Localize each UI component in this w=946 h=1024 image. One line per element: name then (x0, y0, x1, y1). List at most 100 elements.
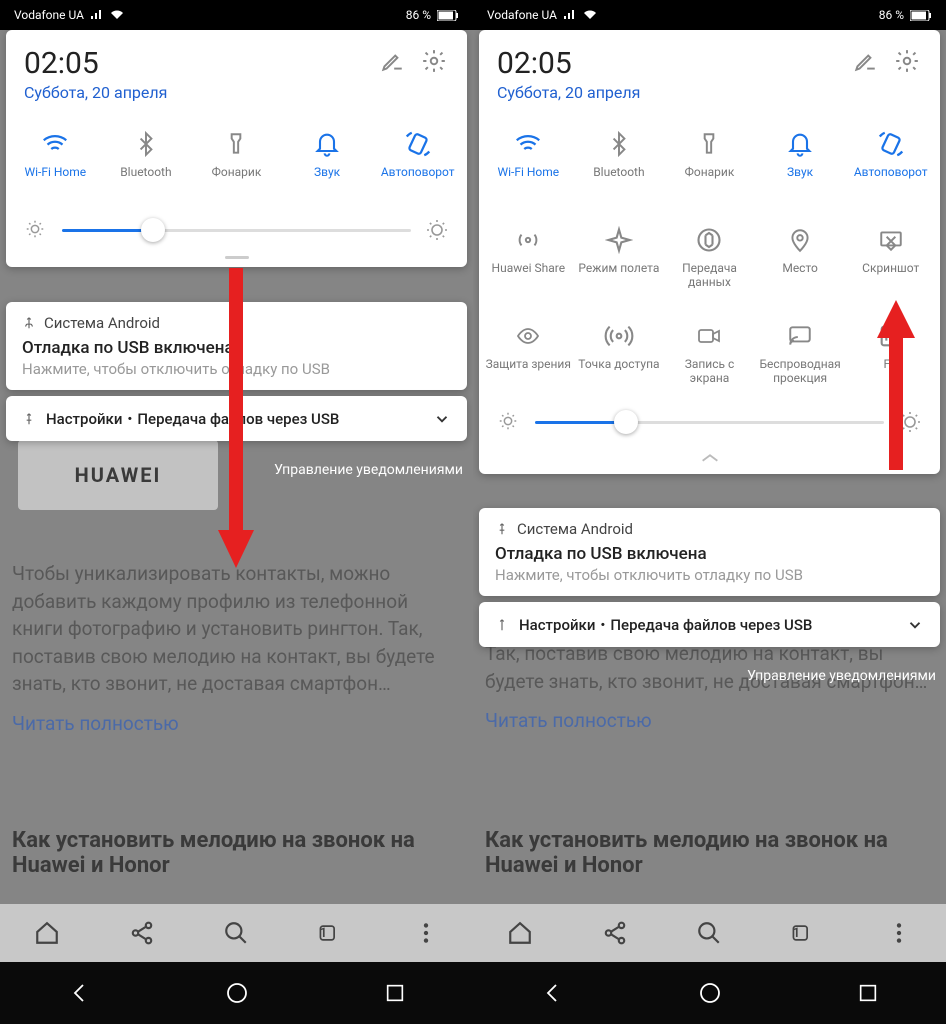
battery-icon (910, 10, 932, 21)
tile-flashlight[interactable]: Фонарик (191, 120, 282, 200)
read-more-link[interactable]: Читать полностью (12, 712, 179, 735)
panel-time: 02:05 (497, 46, 838, 81)
panel-collapse-handle[interactable] (479, 448, 940, 474)
wifi-icon (39, 128, 71, 160)
battery-icon (437, 10, 459, 21)
tile-screenshot[interactable]: Скриншот (845, 216, 936, 296)
notification-usb-transfer[interactable]: Настройки・Передача файлов через USB (6, 396, 467, 441)
status-bar: Vodafone UA 86 % (473, 0, 946, 30)
signal-icon (563, 10, 577, 20)
read-more-link[interactable]: Читать полностью (485, 709, 652, 732)
phone-right: Vodafone UA 86 % 02:05 Суббота, 20 апрел… (473, 0, 946, 1024)
usb-icon (495, 522, 509, 536)
brightness-track[interactable] (62, 229, 411, 232)
brightness-slider[interactable] (6, 208, 467, 256)
flashlight-icon (693, 128, 725, 160)
carrier-label: Vodafone UA (14, 8, 84, 22)
sun-bright-icon (898, 410, 922, 434)
tile-wifi[interactable]: Wi-Fi Home (10, 120, 101, 200)
tile-rotate[interactable]: Автоповорот (845, 120, 936, 200)
nav-back-icon[interactable] (67, 981, 91, 1005)
edit-icon[interactable] (377, 46, 407, 76)
sun-dim-icon (24, 218, 48, 242)
signal-icon (90, 10, 104, 20)
tile-eye-comfort[interactable]: Защита зрения (483, 312, 574, 392)
quick-tiles-row2: Huawei Share Режим полета Передача данны… (479, 208, 940, 304)
search-icon[interactable] (695, 919, 723, 947)
nav-home-icon[interactable] (698, 981, 722, 1005)
gear-icon[interactable] (419, 46, 449, 76)
browser-toolbar: 1 (0, 904, 473, 962)
tile-cast[interactable]: Беспроводная проекция (755, 312, 846, 392)
usb-icon (22, 316, 36, 330)
nav-back-icon[interactable] (540, 981, 564, 1005)
bell-icon (784, 128, 816, 160)
notification-usb-transfer[interactable]: Настройки・Передача файлов через USB (479, 602, 940, 647)
quick-settings-panel: 02:05 Суббота, 20 апреля Wi-Fi Home Blue… (6, 30, 467, 267)
status-bar: Vodafone UA 86 % (0, 0, 473, 30)
chevron-down-icon[interactable] (433, 410, 451, 428)
search-icon[interactable] (222, 919, 250, 947)
wifi-icon (512, 128, 544, 160)
edit-icon[interactable] (850, 46, 880, 76)
tile-data[interactable]: Передача данных (664, 216, 755, 296)
brightness-thumb[interactable] (614, 410, 638, 434)
notification-usb-debug[interactable]: Система Android Отладка по USB включена … (479, 508, 940, 596)
brightness-slider[interactable] (479, 400, 940, 448)
brightness-track[interactable] (535, 421, 884, 424)
home-icon[interactable] (506, 919, 534, 947)
tile-flashlight[interactable]: Фонарик (664, 120, 755, 200)
data-icon (693, 224, 725, 256)
article-heading: Как установить мелодию на звонок на Huaw… (12, 828, 461, 878)
tile-huawei-share[interactable]: Huawei Share (483, 216, 574, 296)
quick-settings-panel-expanded: 02:05 Суббота, 20 апреля Wi-Fi Home Blue… (479, 30, 940, 474)
eye-icon (512, 320, 544, 352)
phone-left: Vodafone UA 86 % 02:05 Суббота, 20 апрел… (0, 0, 473, 1024)
tabs-icon[interactable]: 1 (317, 919, 345, 947)
usb-icon (495, 618, 509, 632)
rotate-icon (402, 128, 434, 160)
carrier-label: Vodafone UA (487, 8, 557, 22)
menu-icon[interactable] (885, 919, 913, 947)
tile-bluetooth[interactable]: Bluetooth (101, 120, 192, 200)
share-icon[interactable] (128, 919, 156, 947)
article-text: Чтобы уникализировать контакты, можно до… (12, 560, 461, 735)
home-icon[interactable] (33, 919, 61, 947)
brightness-thumb[interactable] (141, 218, 165, 242)
tabs-icon[interactable]: 1 (790, 919, 818, 947)
tile-rotate[interactable]: Автоповорот (372, 120, 463, 200)
navigation-bar (473, 962, 946, 1024)
tile-wifi[interactable]: Wi-Fi Home (483, 120, 574, 200)
nav-home-icon[interactable] (225, 981, 249, 1005)
tile-nfc[interactable]: FC (845, 312, 936, 392)
tile-location[interactable]: Место (755, 216, 846, 296)
cast-icon (784, 320, 816, 352)
tile-bluetooth[interactable]: Bluetooth (574, 120, 665, 200)
panel-date[interactable]: Суббота, 20 апреля (24, 83, 365, 102)
sun-bright-icon (425, 218, 449, 242)
chevron-down-icon[interactable] (906, 616, 924, 634)
huawei-share-icon (512, 224, 544, 256)
tile-airplane[interactable]: Режим полета (574, 216, 665, 296)
huawei-card: HUAWEI (18, 440, 218, 510)
notification-management-link[interactable]: Управление уведомлениями (274, 462, 463, 478)
notification-usb-debug[interactable]: Система Android Отладка по USB включена … (6, 302, 467, 390)
panel-time: 02:05 (24, 46, 365, 81)
tile-hotspot[interactable]: Точка доступа (574, 312, 665, 392)
tile-screen-record[interactable]: Запись с экрана (664, 312, 755, 392)
panel-date[interactable]: Суббота, 20 апреля (497, 83, 838, 102)
panel-drag-handle[interactable] (6, 256, 467, 267)
wifi-icon (583, 10, 597, 20)
share-icon[interactable] (601, 919, 629, 947)
menu-icon[interactable] (412, 919, 440, 947)
tile-sound[interactable]: Звук (282, 120, 373, 200)
nav-recent-icon[interactable] (857, 982, 879, 1004)
huawei-logo: HUAWEI (75, 463, 162, 487)
article-text: Так, поставив свою мелодию на контакт, в… (485, 640, 934, 732)
notification-management-link[interactable]: Управление уведомлениями (747, 668, 936, 684)
tile-sound[interactable]: Звук (755, 120, 846, 200)
gear-icon[interactable] (892, 46, 922, 76)
quick-tiles-row1: Wi-Fi Home Bluetooth Фонарик Звук Автопо… (479, 112, 940, 208)
nav-recent-icon[interactable] (384, 982, 406, 1004)
nfc-icon (875, 320, 907, 352)
